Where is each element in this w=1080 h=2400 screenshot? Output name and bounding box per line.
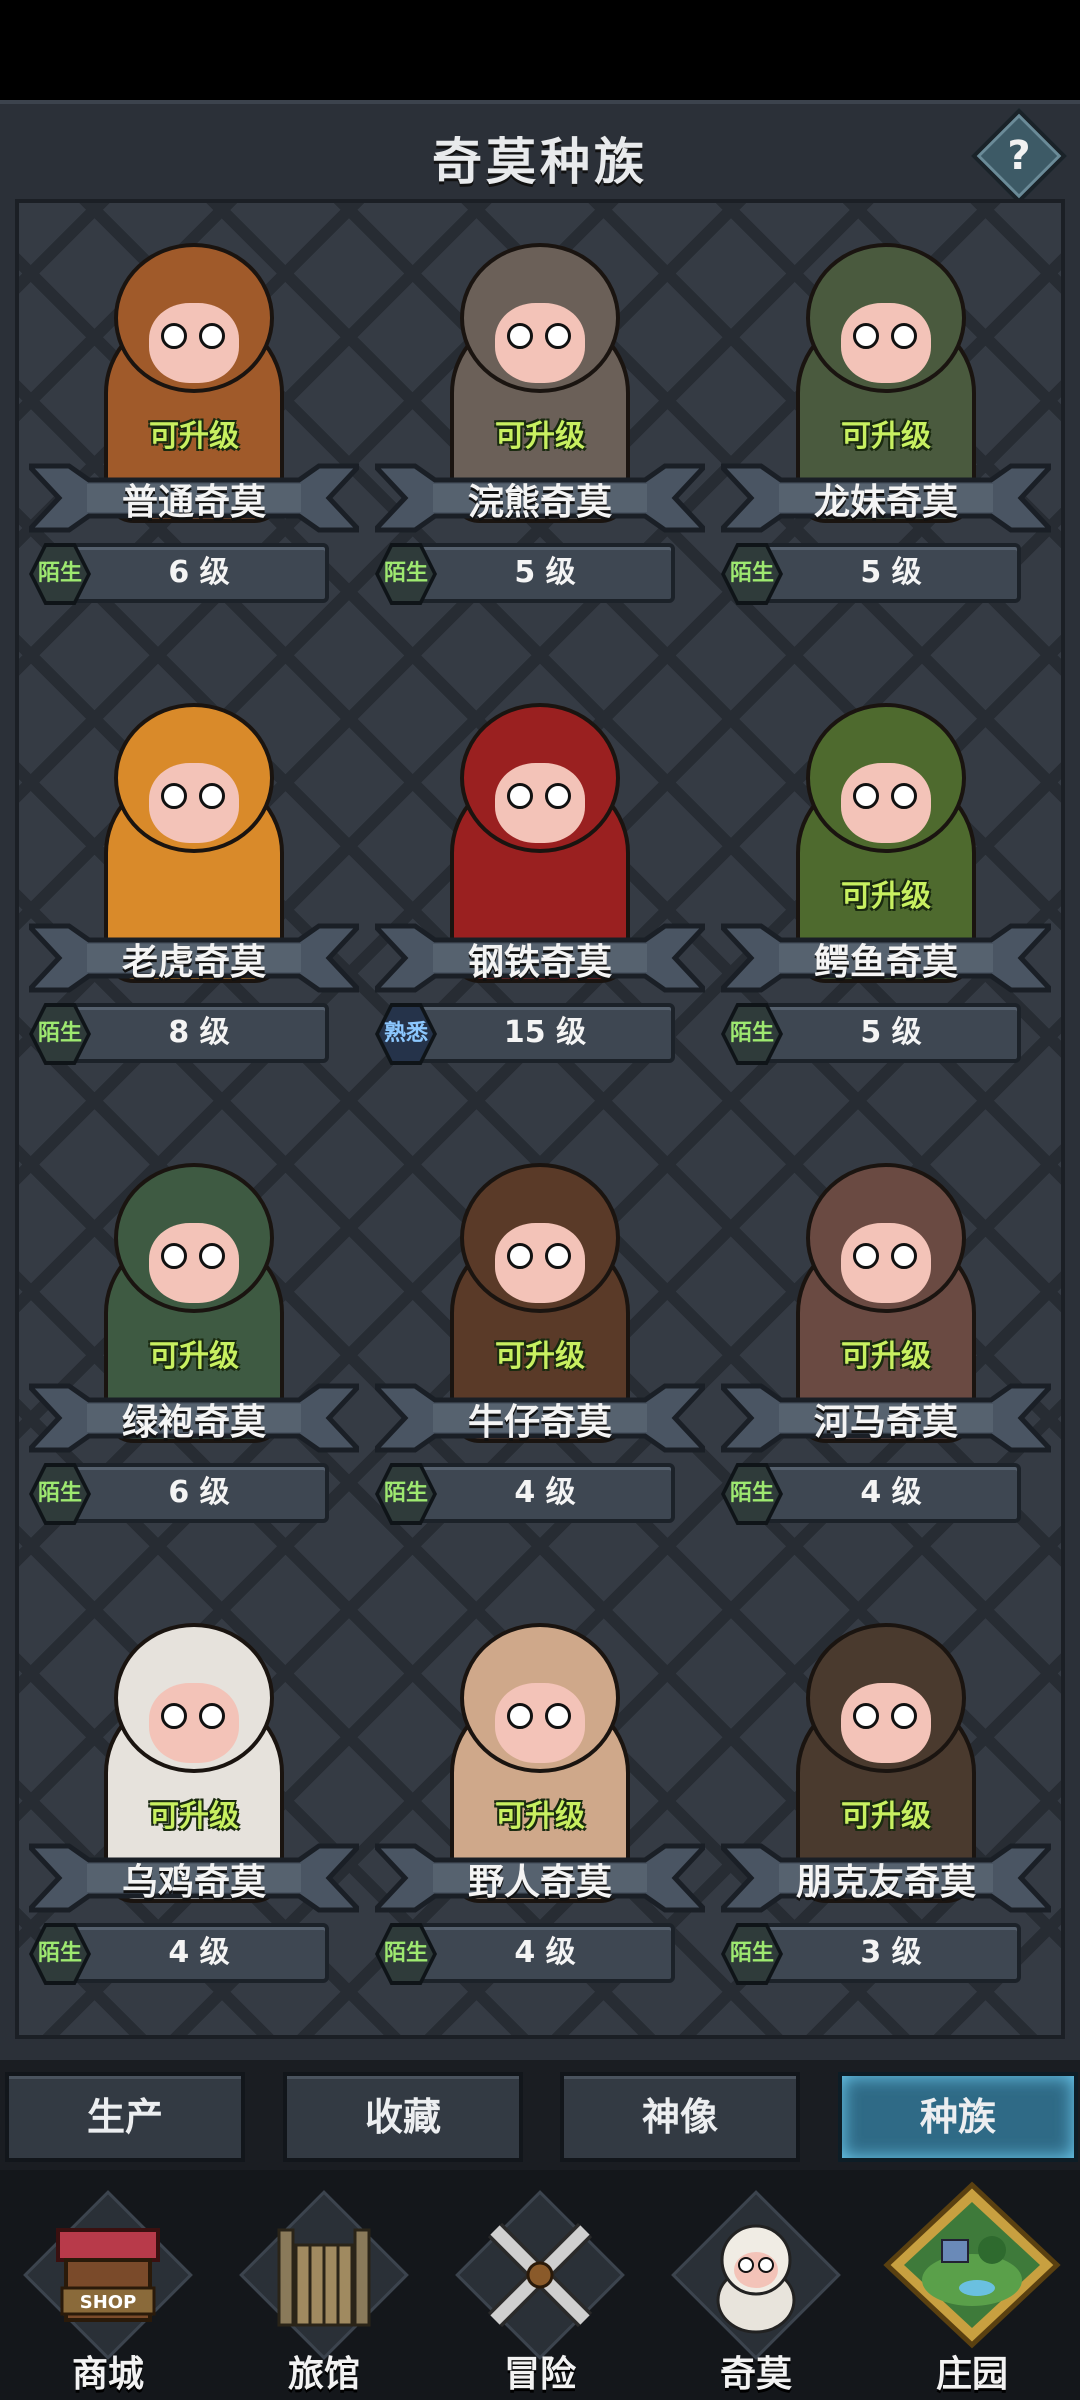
shop-sign-text: SHOP <box>80 2292 137 2313</box>
familiarity-label: 陌生 <box>725 1007 779 1061</box>
creature-name: 乌鸡奇莫 <box>121 1862 266 1903</box>
creature-level: 4 级 <box>860 1475 922 1510</box>
creature-card[interactable]: 可升级野人奇莫 4 级 陌生 <box>375 1603 705 2023</box>
nav-label-manor: 庄园 <box>935 2354 1008 2395</box>
tab-production[interactable]: 生产 <box>5 2072 245 2162</box>
creature-level: 4 级 <box>514 1475 576 1510</box>
creature-card[interactable]: 可升级鳄鱼奇莫 5 级 陌生 <box>721 683 1051 1103</box>
help-icon: ? <box>1007 133 1031 179</box>
nav-shop[interactable]: SHOP 商城 <box>0 2170 216 2400</box>
creature-level: 8 级 <box>168 1015 230 1050</box>
creature-name: 朋克友奇莫 <box>795 1862 976 1903</box>
creature-level: 5 级 <box>514 555 576 590</box>
crossed-swords-icon <box>487 2222 593 2328</box>
upgrade-available-label: 可升级 <box>149 419 239 454</box>
familiarity-label: 陌生 <box>33 547 87 601</box>
creature-card[interactable]: 钢铁奇莫 15 级 熟悉 <box>375 683 705 1103</box>
inn-gate-icon <box>277 2228 371 2327</box>
upgrade-available-label: 可升级 <box>841 1799 931 1834</box>
creature-card[interactable]: 可升级朋克友奇莫 3 级 陌生 <box>721 1603 1051 2023</box>
creature-card[interactable]: 可升级牛仔奇莫 4 级 陌生 <box>375 1143 705 1563</box>
creature-card[interactable]: 可升级浣熊奇莫 5 级 陌生 <box>375 223 705 643</box>
upgrade-available-label: 可升级 <box>495 1339 585 1374</box>
familiarity-label: 陌生 <box>725 1467 779 1521</box>
creature-level: 5 级 <box>860 555 922 590</box>
nav-label-qimo: 奇莫 <box>719 2354 792 2395</box>
tab-statue[interactable]: 神像 <box>560 2072 800 2162</box>
familiarity-label: 陌生 <box>33 1467 87 1521</box>
creature-level: 4 级 <box>514 1935 576 1970</box>
nav-label-inn: 旅馆 <box>287 2354 360 2395</box>
creature-level: 5 级 <box>860 1015 922 1050</box>
creature-name: 牛仔奇莫 <box>467 1402 612 1443</box>
tab-collection[interactable]: 收藏 <box>283 2072 523 2162</box>
upgrade-available-label: 可升级 <box>841 1339 931 1374</box>
familiarity-label: 陌生 <box>379 1927 433 1981</box>
creature-name: 老虎奇莫 <box>121 942 266 983</box>
creature-level: 15 级 <box>503 1015 587 1050</box>
creature-name: 鳄鱼奇莫 <box>813 942 958 983</box>
nav-adventure[interactable]: 冒险 <box>432 2170 648 2400</box>
familiarity-label: 陌生 <box>379 1467 433 1521</box>
qimo-character-icon <box>716 2224 796 2334</box>
creature-card[interactable]: 老虎奇莫 8 级 陌生 <box>29 683 359 1103</box>
creature-card[interactable]: 可升级河马奇莫 4 级 陌生 <box>721 1143 1051 1563</box>
creature-name: 普通奇莫 <box>121 482 266 523</box>
familiarity-label: 陌生 <box>379 547 433 601</box>
creature-name: 浣熊奇莫 <box>467 482 612 523</box>
familiarity-label: 陌生 <box>725 1927 779 1981</box>
creature-name: 绿袍奇莫 <box>121 1402 266 1443</box>
section-tabs: 生产 收藏 神像 种族 <box>0 2060 1080 2170</box>
creature-card[interactable]: 可升级乌鸡奇莫 4 级 陌生 <box>29 1603 359 2023</box>
familiarity-label: 陌生 <box>33 1007 87 1061</box>
creature-card[interactable]: 可升级绿袍奇莫 6 级 陌生 <box>29 1143 359 1563</box>
creature-grid[interactable]: 可升级 普通奇莫 6 级陌生 可升级 浣熊奇莫 5 级陌生 可升级 龙妹奇莫 5 级陌生 老虎奇莫… <box>15 199 1065 2039</box>
creature-name: 钢铁奇莫 <box>467 942 612 983</box>
race-panel: 奇莫种族 ? 可升级 普通奇莫 6 级陌生 可升级 浣熊奇莫 5 级陌生 可升级 龙妹奇莫 5 … <box>0 100 1080 2060</box>
creature-card[interactable]: 可升级普通奇莫 6 级 陌生 <box>29 223 359 643</box>
creature-level: 6 级 <box>168 1475 230 1510</box>
tab-race[interactable]: 种族 <box>838 2072 1078 2162</box>
creature-name: 河马奇莫 <box>813 1402 958 1443</box>
familiarity-label: 熟悉 <box>379 1007 433 1061</box>
nav-inn[interactable]: 旅馆 <box>216 2170 432 2400</box>
nav-qimo[interactable]: 奇莫 <box>648 2170 864 2400</box>
page-title: 奇莫种族 <box>432 133 648 191</box>
upgrade-available-label: 可升级 <box>841 879 931 914</box>
creature-level: 3 级 <box>860 1935 922 1970</box>
status-bar <box>0 0 1080 100</box>
familiarity-label: 陌生 <box>33 1927 87 1981</box>
bottom-nav: SHOP 商城 旅馆 冒险 奇莫 庄园 <box>0 2170 1080 2400</box>
upgrade-available-label: 可升级 <box>841 419 931 454</box>
upgrade-available-label: 可升级 <box>149 1339 239 1374</box>
familiarity-label: 陌生 <box>725 547 779 601</box>
creature-card[interactable]: 可升级龙妹奇莫 5 级 陌生 <box>721 223 1051 643</box>
upgrade-available-label: 可升级 <box>149 1799 239 1834</box>
nav-label-shop: 商城 <box>71 2354 144 2395</box>
manor-island-icon <box>883 2181 1061 2349</box>
upgrade-available-label: 可升级 <box>495 1799 585 1834</box>
shop-icon: SHOP <box>56 2228 160 2322</box>
creature-level: 6 级 <box>168 555 230 590</box>
nav-manor[interactable]: 庄园 <box>864 2170 1080 2400</box>
creature-name: 野人奇莫 <box>467 1862 612 1903</box>
upgrade-available-label: 可升级 <box>495 419 585 454</box>
creature-level: 4 级 <box>168 1935 230 1970</box>
creature-name: 龙妹奇莫 <box>813 482 958 523</box>
nav-label-adventure: 冒险 <box>503 2354 576 2395</box>
